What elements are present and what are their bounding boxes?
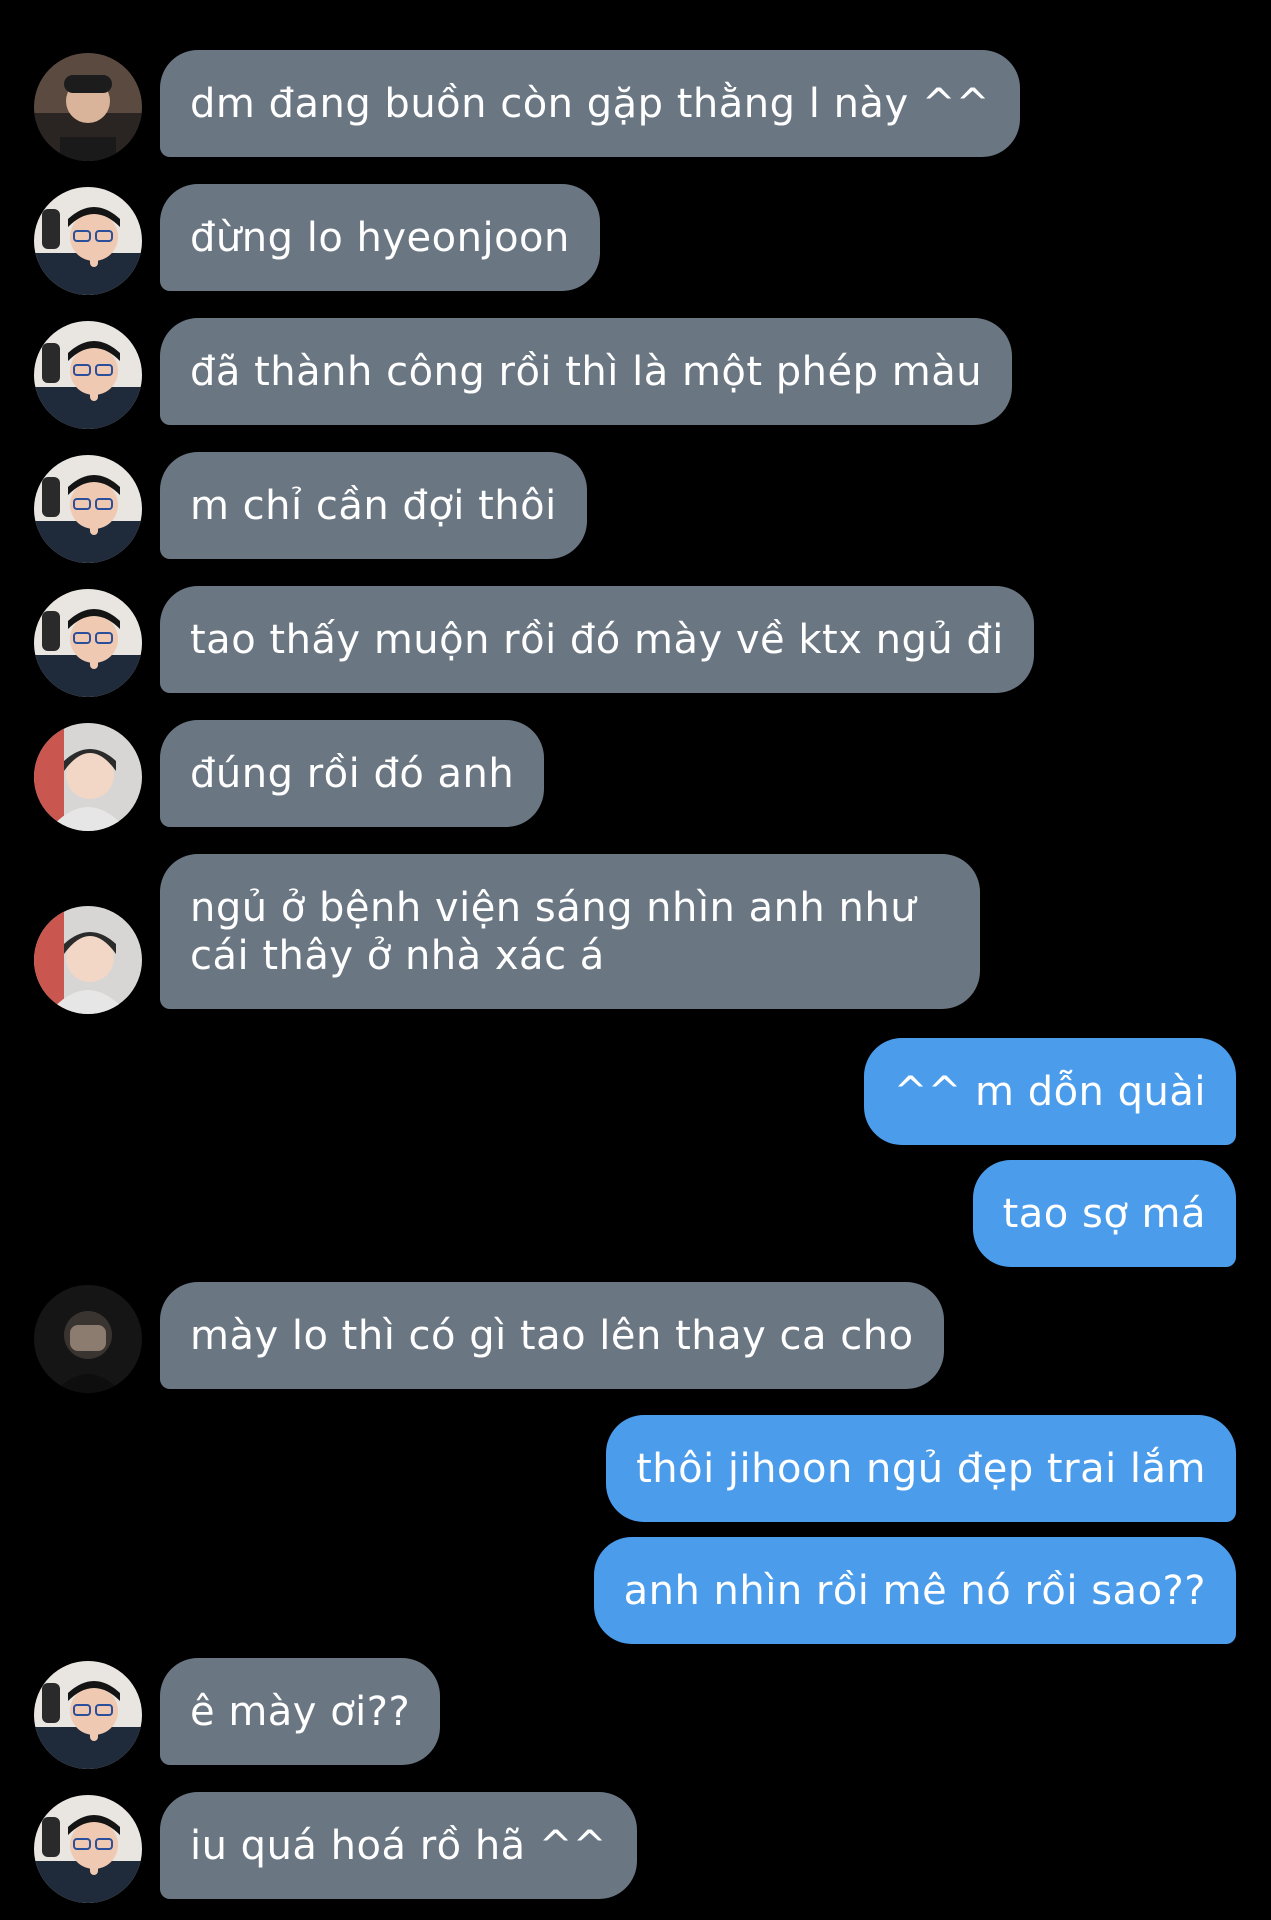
- message-bubble: tao sợ má: [972, 1160, 1236, 1267]
- user-avatar-glasses[interactable]: [34, 1661, 142, 1769]
- user-avatar-dark[interactable]: [34, 1285, 142, 1393]
- user-avatar-glasses[interactable]: [34, 321, 142, 429]
- user-avatar-hoodie[interactable]: [34, 723, 142, 831]
- message-bubble: iu quá hoá rồ hã ^^: [160, 1792, 637, 1899]
- message-bubble: anh nhìn rồi mê nó rồi sao??: [593, 1537, 1236, 1644]
- message-bubble: m chỉ cần đợi thôi: [160, 452, 587, 559]
- message-bubble: ngủ ở bệnh viện sáng nhìn anh như cái th…: [160, 854, 980, 1009]
- message-bubble: ê mày ơi??: [160, 1658, 441, 1765]
- user-avatar-glasses[interactable]: [34, 187, 142, 295]
- message-bubble: thôi jihoon ngủ đẹp trai lắm: [606, 1415, 1236, 1522]
- user-avatar-hoodie[interactable]: [34, 906, 142, 1014]
- chat-thread[interactable]: dm đang buồn còn gặp thằng l này ^^ đừng…: [0, 0, 1271, 1920]
- user-avatar-glasses[interactable]: [34, 455, 142, 563]
- message-bubble: dm đang buồn còn gặp thằng l này ^^: [160, 50, 1020, 157]
- user-avatar-hat[interactable]: [34, 53, 142, 161]
- message-bubble: đã thành công rồi thì là một phép màu: [160, 318, 1013, 425]
- message-bubble: ^^ m dỗn quài: [863, 1038, 1236, 1145]
- message-bubble: mày lo thì có gì tao lên thay ca cho: [160, 1282, 944, 1389]
- message-bubble: tao thấy muộn rồi đó mày về ktx ngủ đi: [160, 586, 1034, 693]
- user-avatar-glasses[interactable]: [34, 1795, 142, 1903]
- message-bubble: đừng lo hyeonjoon: [160, 184, 600, 291]
- user-avatar-glasses[interactable]: [34, 589, 142, 697]
- message-bubble: đúng rồi đó anh: [160, 720, 545, 827]
